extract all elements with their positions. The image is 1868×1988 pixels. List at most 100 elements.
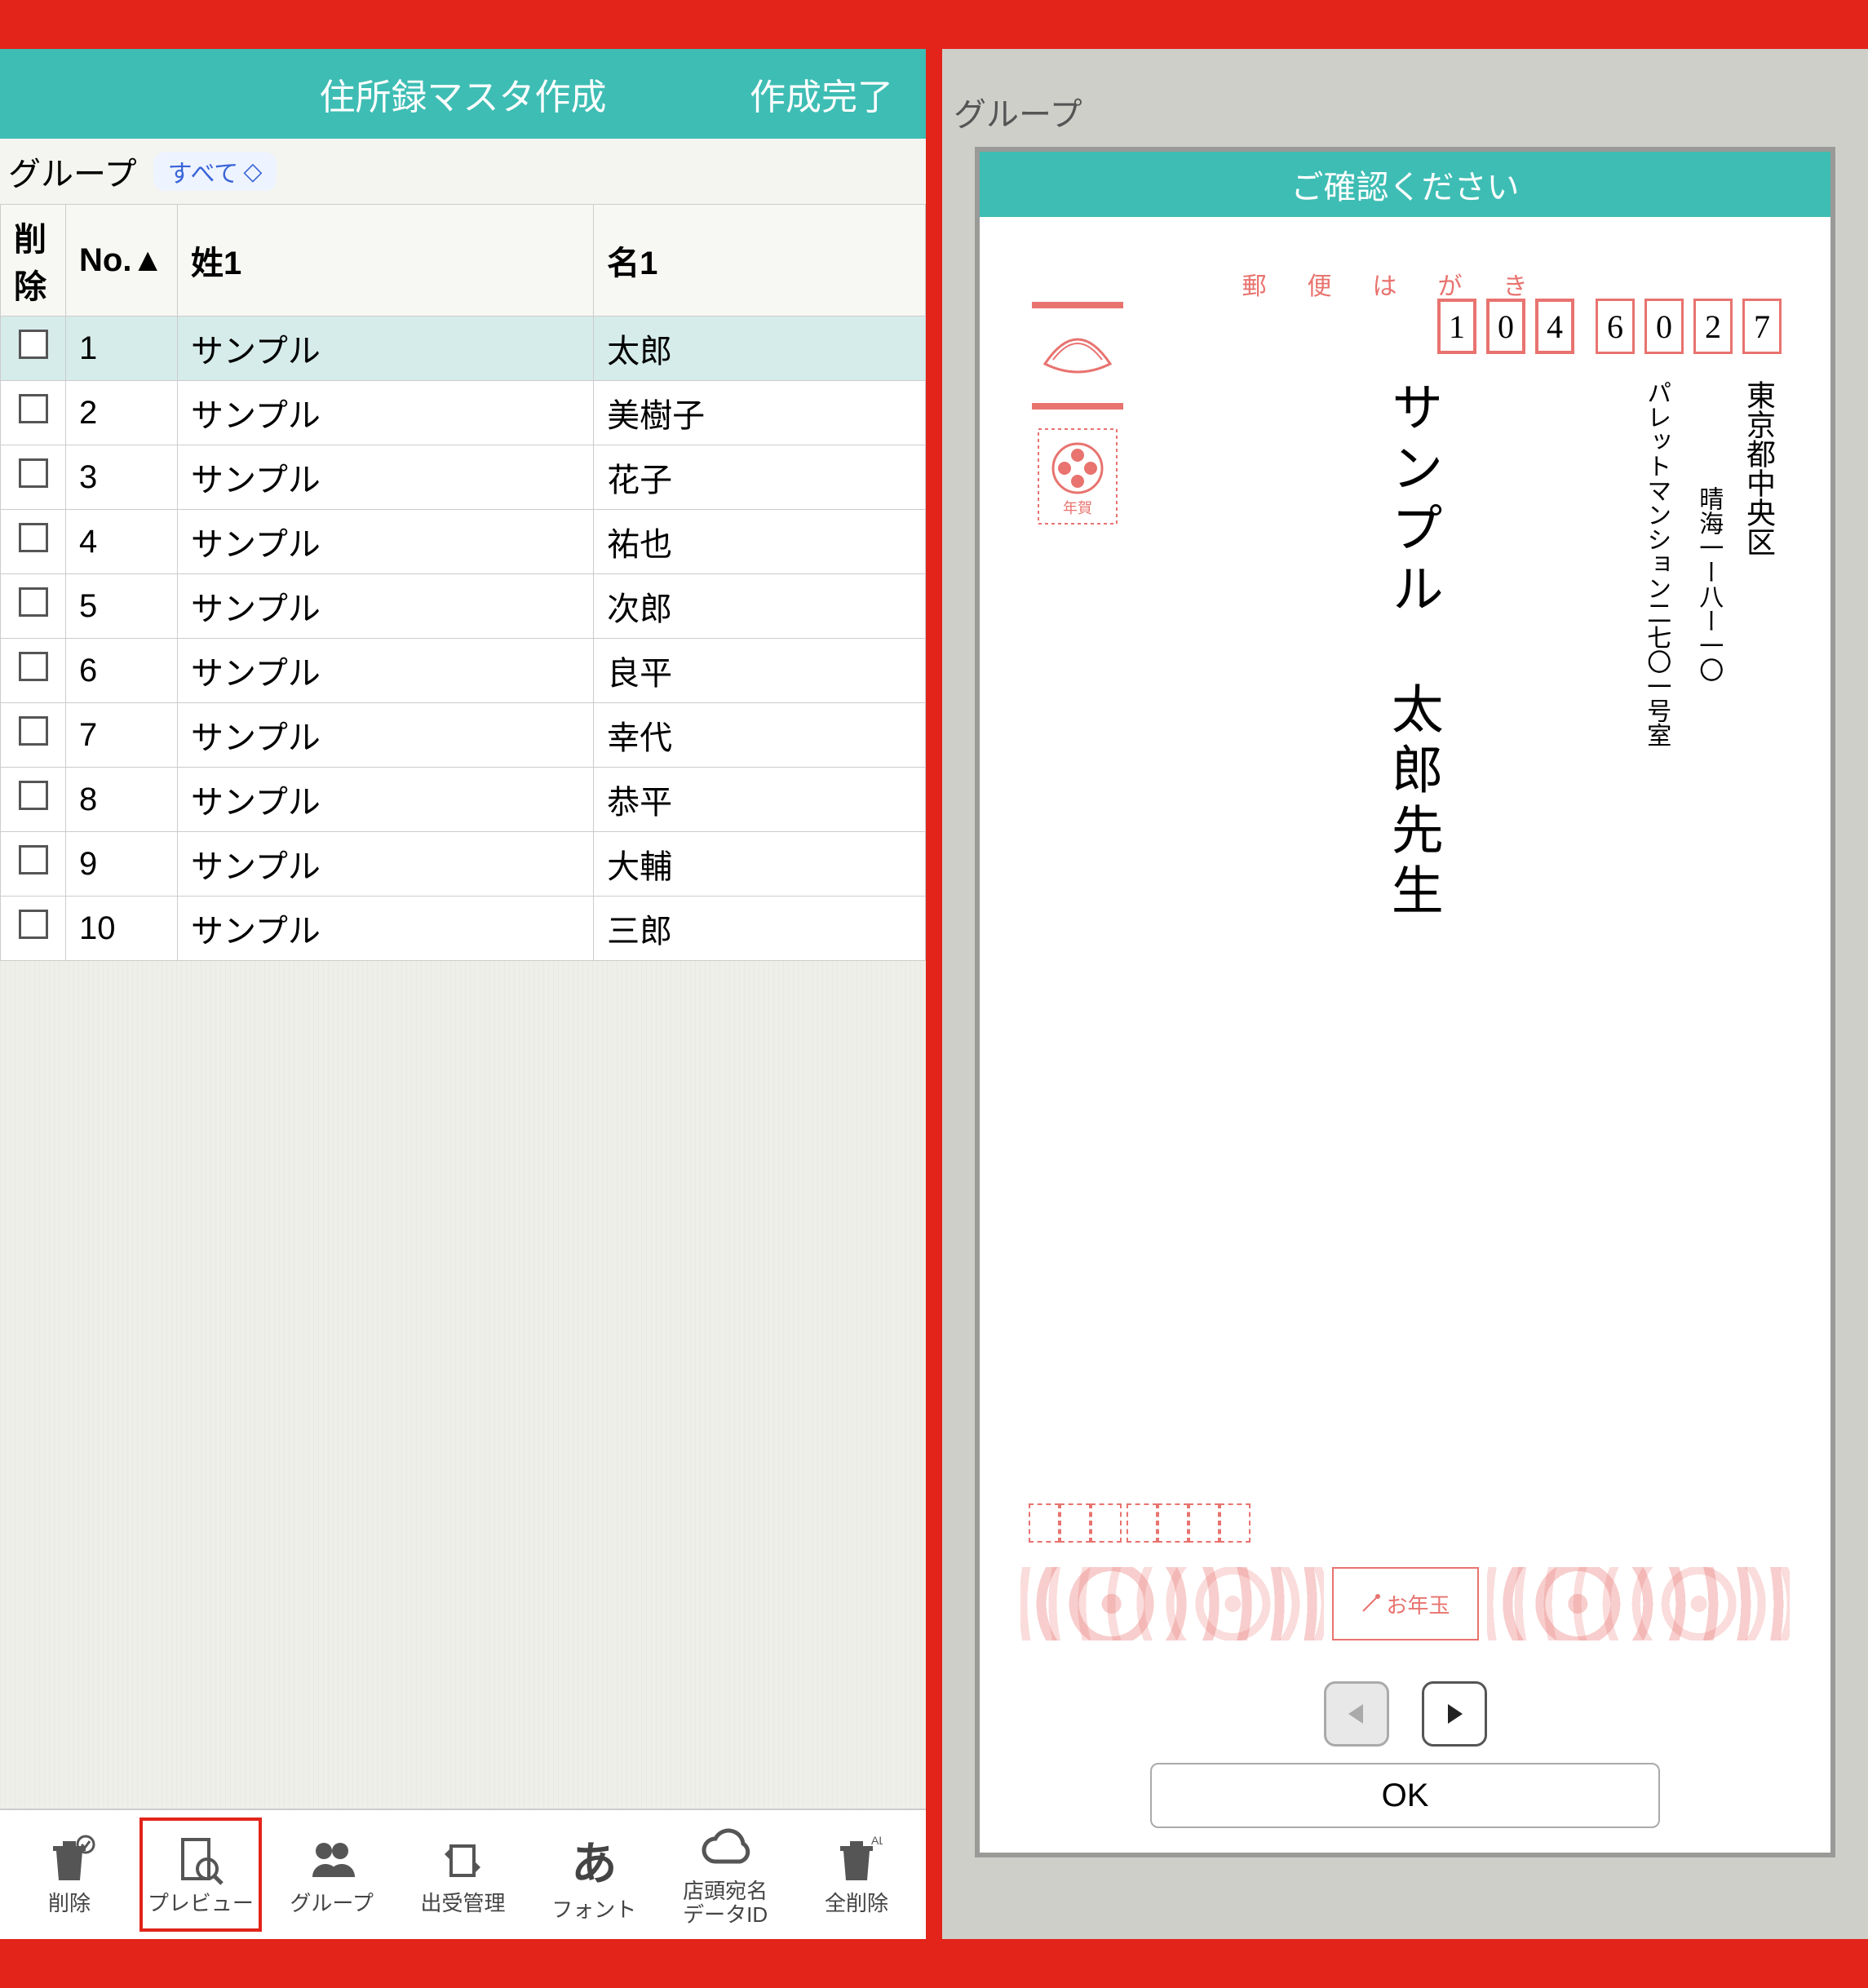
checkbox-icon[interactable] xyxy=(19,910,48,939)
tool-preview[interactable]: プレビュー xyxy=(139,1818,262,1932)
row-checkbox-cell[interactable] xyxy=(1,445,66,510)
table-header-row: 削除 No.▲ 姓1 名1 xyxy=(1,205,926,317)
row-no: 4 xyxy=(66,510,178,574)
checkbox-icon[interactable] xyxy=(19,394,48,423)
home-bar-area xyxy=(0,1939,926,1988)
postcard-preview: 郵便はがき 1046027 年賀 xyxy=(1004,250,1806,1657)
row-mei: 恭平 xyxy=(594,768,926,832)
address-master-screen: 住所録マスタ作成 作成完了 グループ すべて ◇ 削除 No.▲ 姓1 名1 1… xyxy=(0,49,926,1939)
row-mei: 花子 xyxy=(594,445,926,510)
zip-digit: 0 xyxy=(1644,299,1684,354)
group-filter-row: グループ すべて ◇ xyxy=(0,139,926,204)
col-sei[interactable]: 姓1 xyxy=(178,205,594,317)
row-sei: サンプル xyxy=(178,639,594,703)
tool-dataid[interactable]: 店頭宛名 データID xyxy=(664,1822,786,1926)
table-row[interactable]: 10サンプル三郎 xyxy=(1,897,926,961)
tool-group[interactable]: グループ xyxy=(271,1835,393,1915)
row-no: 7 xyxy=(66,703,178,768)
tool-font[interactable]: あ フォント xyxy=(533,1827,655,1922)
done-button[interactable]: 作成完了 xyxy=(750,68,893,120)
group-label: グループ xyxy=(8,148,137,195)
ok-button[interactable]: OK xyxy=(1150,1763,1661,1828)
row-mei: 幸代 xyxy=(594,703,926,768)
group-select[interactable]: すべて ◇ xyxy=(153,152,277,191)
row-sei: サンプル xyxy=(178,381,594,445)
tool-manage-label: 出受管理 xyxy=(420,1892,505,1915)
stamp-area: 年賀 xyxy=(1029,299,1127,525)
table-row[interactable]: 8サンプル恭平 xyxy=(1,768,926,832)
font-icon: あ xyxy=(571,1827,617,1893)
recipient-name: サンプル 太郎先生 xyxy=(1375,380,1450,923)
row-mei: 太郎 xyxy=(594,317,926,381)
row-sei: サンプル xyxy=(178,317,594,381)
next-button[interactable] xyxy=(1422,1681,1487,1747)
table-row[interactable]: 7サンプル幸代 xyxy=(1,703,926,768)
col-delete[interactable]: 削除 xyxy=(1,205,66,317)
row-sei: サンプル xyxy=(178,510,594,574)
table-row[interactable]: 2サンプル美樹子 xyxy=(1,381,926,445)
row-checkbox-cell[interactable] xyxy=(1,510,66,574)
bg-group-label: グループ xyxy=(942,82,1094,142)
row-checkbox-cell[interactable] xyxy=(1,381,66,445)
checkbox-icon[interactable] xyxy=(19,845,48,874)
deco-right xyxy=(1487,1567,1791,1640)
prev-button[interactable] xyxy=(1324,1681,1389,1747)
row-checkbox-cell[interactable] xyxy=(1,639,66,703)
row-sei: サンプル xyxy=(178,768,594,832)
row-sei: サンプル xyxy=(178,703,594,768)
stamp-fan-icon xyxy=(1029,299,1127,413)
preview-icon xyxy=(175,1835,227,1887)
row-no: 6 xyxy=(66,639,178,703)
tool-delete-all[interactable]: ALL 全削除 xyxy=(795,1835,918,1915)
zip-digit: 4 xyxy=(1535,299,1574,354)
dragonfly-icon xyxy=(1360,1593,1381,1614)
row-no: 10 xyxy=(66,897,178,961)
confirm-dialog: ご確認ください 郵便はがき 1046027 xyxy=(975,147,1835,1857)
left-phone-frame: 住所録マスタ作成 作成完了 グループ すべて ◇ 削除 No.▲ 姓1 名1 1… xyxy=(0,0,926,1988)
checkbox-icon[interactable] xyxy=(19,652,48,681)
preview-dialog-screen: グループ ご確認ください 郵便はがき 1046027 xyxy=(942,49,1868,1939)
zip-digit: 6 xyxy=(1596,299,1635,354)
checkbox-icon[interactable] xyxy=(19,523,48,552)
col-no[interactable]: No.▲ xyxy=(66,205,178,317)
row-checkbox-cell[interactable] xyxy=(1,897,66,961)
table-row[interactable]: 6サンプル良平 xyxy=(1,639,926,703)
triangle-left-icon xyxy=(1342,1699,1371,1729)
table-row[interactable]: 1サンプル太郎 xyxy=(1,317,926,381)
address-line-3: パレットマンション二七〇一号室 xyxy=(1638,380,1674,747)
row-mei: 良平 xyxy=(594,639,926,703)
row-checkbox-cell[interactable] xyxy=(1,768,66,832)
checkbox-icon[interactable] xyxy=(19,781,48,810)
address-line-2: 晴海一ー八ー一〇 xyxy=(1690,380,1726,747)
tool-delete-label: 削除 xyxy=(48,1892,91,1915)
row-checkbox-cell[interactable] xyxy=(1,832,66,897)
group-select-value: すべて xyxy=(168,153,239,189)
row-sei: サンプル xyxy=(178,445,594,510)
checkbox-icon[interactable] xyxy=(19,330,48,359)
status-bar-area xyxy=(942,0,1868,49)
checkbox-icon[interactable] xyxy=(19,458,48,488)
tool-preview-label: プレビュー xyxy=(148,1892,254,1915)
row-checkbox-cell[interactable] xyxy=(1,574,66,639)
checkbox-icon[interactable] xyxy=(19,587,48,617)
right-phone-frame: グループ ご確認ください 郵便はがき 1046027 xyxy=(942,0,1868,1988)
zip-digit: 7 xyxy=(1742,299,1782,354)
table-row[interactable]: 9サンプル大輔 xyxy=(1,832,926,897)
tool-delete[interactable]: 削除 xyxy=(8,1835,131,1915)
checkbox-icon[interactable] xyxy=(19,716,48,746)
row-checkbox-cell[interactable] xyxy=(1,703,66,768)
row-mei: 美樹子 xyxy=(594,381,926,445)
col-mei[interactable]: 名1 xyxy=(594,205,926,317)
group-icon xyxy=(306,1835,358,1887)
tool-font-label: フォント xyxy=(551,1898,636,1922)
table-row[interactable]: 4サンプル祐也 xyxy=(1,510,926,574)
tool-manage[interactable]: 出受管理 xyxy=(401,1835,524,1915)
row-mei: 祐也 xyxy=(594,510,926,574)
deco-left xyxy=(1020,1567,1324,1640)
row-checkbox-cell[interactable] xyxy=(1,317,66,381)
row-sei: サンプル xyxy=(178,897,594,961)
table-row[interactable]: 3サンプル花子 xyxy=(1,445,926,510)
trash-all-icon: ALL xyxy=(830,1835,883,1887)
table-row[interactable]: 5サンプル次郎 xyxy=(1,574,926,639)
sender-zip-boxes xyxy=(1029,1503,1250,1543)
